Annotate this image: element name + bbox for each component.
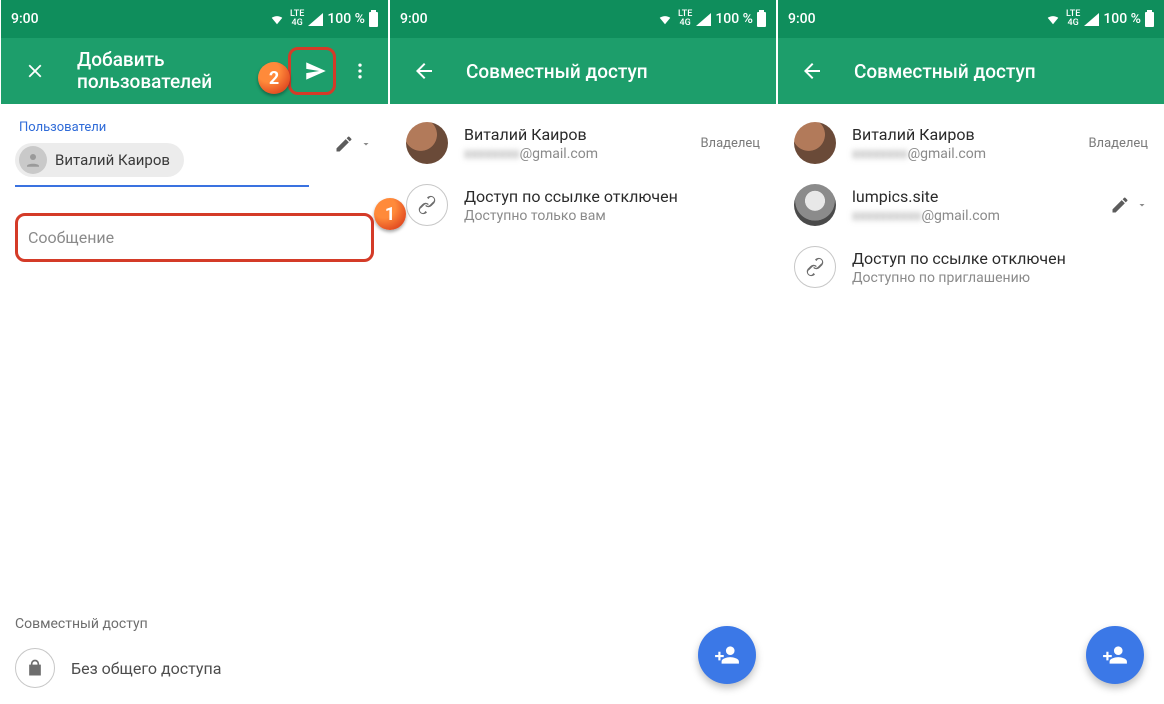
battery-text: 100 %	[327, 11, 365, 27]
chevron-down-icon	[360, 138, 372, 150]
permission-edit-dropdown[interactable]	[1110, 195, 1148, 215]
wifi-icon	[268, 12, 286, 26]
overflow-menu-button[interactable]	[338, 49, 382, 93]
battery-icon	[369, 12, 378, 27]
role-label: Владелец	[700, 136, 760, 151]
back-button[interactable]	[402, 49, 446, 93]
person-add-icon	[714, 642, 740, 668]
lock-icon	[15, 648, 55, 688]
link-sharing-row[interactable]: Доступ по ссылке отключен Доступно тольк…	[390, 174, 776, 236]
chevron-down-icon	[1136, 199, 1148, 211]
user-name: lumpics.site	[852, 187, 1094, 206]
network-lte-label: LTE4G	[290, 10, 304, 28]
person-icon	[19, 146, 47, 174]
signal-icon	[1084, 13, 1099, 26]
status-bar: 9:00 LTE4G 100 %	[390, 0, 776, 38]
pencil-icon	[1110, 195, 1130, 215]
link-sharing-row[interactable]: Доступ по ссылке отключен Доступно по пр…	[778, 236, 1164, 298]
add-person-fab[interactable]	[1086, 626, 1144, 684]
role-label: Владелец	[1088, 136, 1148, 151]
link-sharing-subtitle: Доступно только вам	[464, 208, 760, 224]
phone-screen-share-1: 9:00 LTE4G 100 % Совместный доступ Витал…	[388, 0, 776, 704]
message-input[interactable]: Сообщение	[15, 213, 374, 262]
clock-text: 9:00	[788, 11, 816, 27]
user-name: Виталий Каиров	[464, 125, 684, 144]
avatar	[406, 122, 448, 164]
users-field-label: Пользователи	[19, 120, 370, 135]
avatar	[794, 184, 836, 226]
network-lte-label: LTE4G	[1066, 10, 1080, 28]
annotation-highlight-send	[288, 47, 336, 95]
person-add-icon	[1102, 642, 1128, 668]
phone-screen-share-2: 9:00 LTE4G 100 % Совместный доступ Витал…	[776, 0, 1164, 704]
battery-text: 100 %	[1103, 11, 1141, 27]
share-user-row[interactable]: Виталий Каиров xxxxxxxx@gmail.com Владел…	[778, 112, 1164, 174]
back-button[interactable]	[790, 49, 834, 93]
share-user-row[interactable]: lumpics.site xxxxxxxxxx@gmail.com	[778, 174, 1164, 236]
battery-icon	[1145, 12, 1154, 27]
user-name: Виталий Каиров	[852, 125, 1072, 144]
annotation-badge-2: 2	[258, 62, 290, 94]
wifi-icon	[656, 12, 674, 26]
access-summary-text: Без общего доступа	[71, 659, 221, 678]
app-bar-title: Совместный доступ	[466, 60, 770, 83]
access-summary-row[interactable]: Без общего доступа	[15, 648, 374, 688]
user-chip-name: Виталий Каиров	[55, 151, 170, 169]
link-icon	[406, 184, 448, 226]
annotation-badge-1: 1	[374, 198, 406, 230]
signal-icon	[696, 13, 711, 26]
clock-text: 9:00	[11, 11, 39, 27]
phone-screen-add-users: 9:00 LTE4G 100 % Добавить пользователей	[0, 0, 388, 704]
link-icon	[794, 246, 836, 288]
network-lte-label: LTE4G	[678, 10, 692, 28]
avatar	[794, 122, 836, 164]
users-input[interactable]: Виталий Каиров	[15, 137, 309, 187]
app-bar: Совместный доступ	[778, 38, 1164, 104]
link-sharing-title: Доступ по ссылке отключен	[464, 187, 760, 206]
clock-text: 9:00	[400, 11, 428, 27]
app-bar-title: Совместный доступ	[854, 60, 1158, 83]
status-bar: 9:00 LTE4G 100 %	[778, 0, 1164, 38]
user-email: xxxxxxxx@gmail.com	[464, 146, 684, 162]
user-chip[interactable]: Виталий Каиров	[15, 143, 184, 177]
message-placeholder: Сообщение	[28, 228, 114, 247]
close-button[interactable]	[13, 49, 57, 93]
add-person-fab[interactable]	[698, 626, 756, 684]
link-sharing-subtitle: Доступно по приглашению	[852, 270, 1148, 286]
battery-text: 100 %	[715, 11, 753, 27]
app-bar: Совместный доступ	[390, 38, 776, 104]
share-user-row[interactable]: Виталий Каиров xxxxxxxx@gmail.com Владел…	[390, 112, 776, 174]
user-email: xxxxxxxxxx@gmail.com	[852, 208, 1094, 224]
share-section-label: Совместный доступ	[15, 616, 374, 632]
permission-edit-dropdown[interactable]	[334, 134, 372, 154]
status-bar: 9:00 LTE4G 100 %	[1, 0, 388, 38]
app-bar: Добавить пользователей	[1, 38, 388, 104]
link-sharing-title: Доступ по ссылке отключен	[852, 249, 1148, 268]
battery-icon	[757, 12, 766, 27]
signal-icon	[308, 13, 323, 26]
user-email: xxxxxxxx@gmail.com	[852, 146, 1072, 162]
pencil-icon	[334, 134, 354, 154]
wifi-icon	[1044, 12, 1062, 26]
